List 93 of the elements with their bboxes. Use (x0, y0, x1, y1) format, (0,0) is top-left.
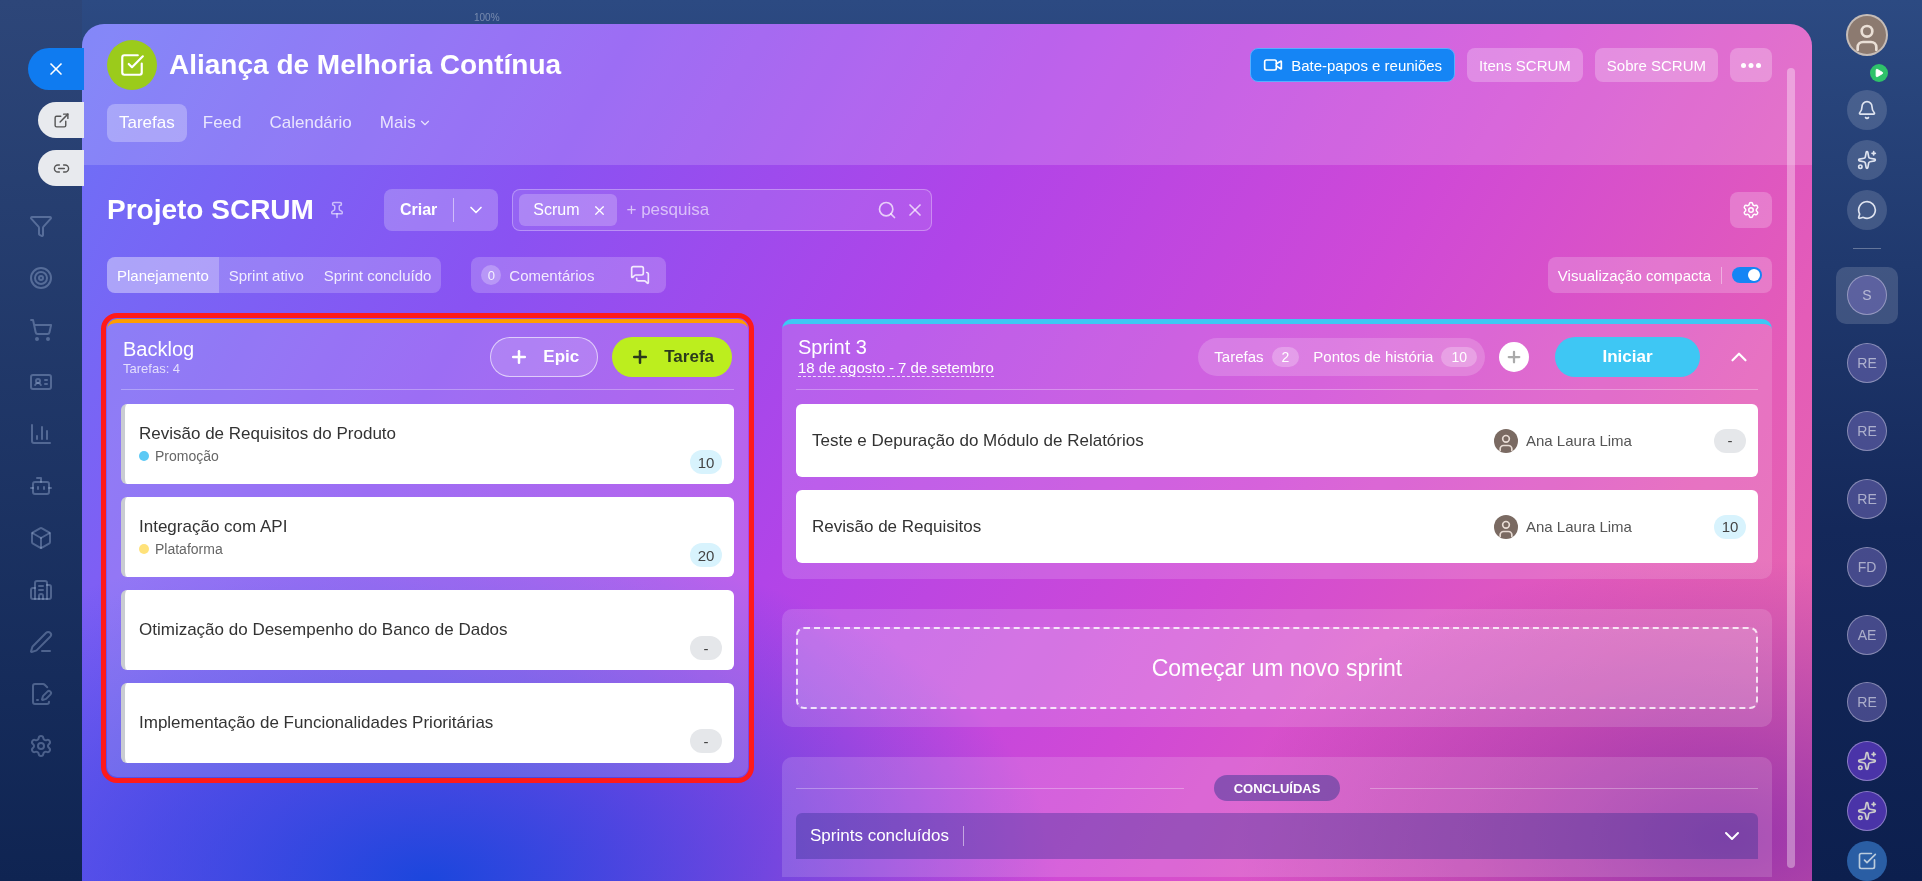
task-title: Teste e Depuração do Módulo de Relatórios (812, 430, 1145, 451)
sparkle-icon[interactable] (1847, 741, 1887, 782)
view-tab[interactable]: Sprint ativo (218, 257, 314, 293)
task-card[interactable]: Teste e Depuração do Módulo de Relatórios Ana Laura Lima - (796, 404, 1758, 477)
contact-tile[interactable]: AE (1836, 605, 1898, 664)
contact-avatar[interactable]: RE (1847, 343, 1887, 384)
start-button[interactable]: Iniciar (1555, 336, 1700, 377)
task-card[interactable]: Revisão de Requisitos Ana Laura Lima 10 (796, 490, 1758, 563)
story-points: - (690, 729, 722, 753)
stat-label: Pontos de história (1313, 348, 1434, 365)
task-card[interactable]: Implementação de Funcionalidades Prioritárias - (121, 683, 734, 763)
assignee-name: Ana Laura Lima (1526, 432, 1633, 449)
nav-tab[interactable]: Tarefas (107, 104, 187, 142)
contact-tile[interactable]: RE (1836, 470, 1898, 528)
project-logo-icon (107, 40, 157, 90)
view-tab[interactable]: Planejamento (107, 257, 219, 293)
sparkle-icon[interactable] (1847, 139, 1887, 180)
external-link-button[interactable] (38, 102, 84, 138)
sprint-title: Sprint 3 (798, 336, 868, 359)
contact-tile[interactable]: FD (1836, 537, 1898, 596)
header-action-button[interactable]: Bate-papos e reuniões (1250, 48, 1456, 82)
more-button[interactable] (1730, 48, 1772, 82)
section-label: CONCLUÍDAS (1213, 775, 1341, 801)
contact-avatar[interactable]: RE (1847, 682, 1887, 723)
epic-name: Plataforma (155, 541, 223, 557)
search-icon[interactable] (877, 200, 898, 220)
add-button[interactable]: Tarefa (612, 337, 732, 377)
task-card[interactable]: Revisão de Requisitos do Produto Promoção 10 (121, 404, 734, 484)
task-title: Revisão de Requisitos do Produto (139, 424, 398, 444)
task-card[interactable]: Integração com API Plataforma 20 (121, 497, 734, 577)
copy-link-button[interactable] (38, 150, 84, 186)
completed-sprints-bar[interactable]: Sprints concluídos (796, 813, 1758, 859)
task-title: Revisão de Requisitos (812, 516, 983, 537)
contact-avatar[interactable]: AE (1847, 614, 1887, 655)
task-title: Otimização do Desempenho do Banco de Dados (139, 620, 509, 640)
contact-avatar[interactable]: RE (1847, 411, 1887, 452)
user-avatar[interactable] (1846, 14, 1888, 56)
compact-view-label: Visualização compacta (1557, 266, 1722, 284)
new-sprint-button[interactable]: Começar um novo sprint (796, 627, 1758, 709)
task-count: Tarefas: 4 (123, 361, 182, 376)
sparkle-icon[interactable] (1847, 791, 1887, 832)
task-title: Implementação de Funcionalidades Prioritárias (139, 713, 495, 733)
search-field[interactable]: Scrum + pesquisa (512, 189, 933, 231)
task-card[interactable]: Otimização do Desempenho do Banco de Dados - (121, 590, 734, 670)
story-points: 10 (1714, 514, 1746, 539)
settings-icon (1742, 201, 1760, 219)
nav-tab[interactable]: Feed (190, 104, 254, 142)
comments-button[interactable]: 0 Comentários (471, 257, 667, 293)
settings-button[interactable] (1730, 192, 1772, 228)
contact-avatar[interactable]: S (1847, 275, 1887, 316)
contact-tile[interactable]: RE (1836, 334, 1898, 393)
create-button[interactable]: Criar (383, 198, 455, 222)
story-points: 10 (690, 450, 722, 474)
story-points: 20 (690, 543, 722, 567)
task-title: Integração com API (139, 517, 289, 537)
header-action-button[interactable]: Sobre SCRUM (1594, 48, 1718, 82)
scrollbar[interactable] (1787, 68, 1795, 868)
project-title: Aliança de Melhoria Contínua (169, 49, 563, 81)
add-button[interactable]: Epic (490, 337, 599, 377)
contact-avatar[interactable]: FD (1847, 546, 1887, 587)
zoom-level: 100% (474, 12, 500, 23)
filter-tag[interactable]: Scrum (519, 194, 617, 226)
avatar-icon (1494, 514, 1518, 539)
nav-tab[interactable]: Mais (367, 104, 444, 142)
bell-icon[interactable] (1847, 89, 1887, 130)
avatar-icon (1494, 428, 1518, 453)
contact-avatar[interactable]: RE (1847, 478, 1887, 519)
header-action-button[interactable]: Itens SCRUM (1467, 48, 1583, 82)
stat-label: Tarefas (1214, 348, 1264, 365)
sprint-dates[interactable]: 18 de agosto - 7 de setembro (798, 359, 994, 377)
contact-tile[interactable]: RE (1836, 673, 1898, 732)
close-button[interactable] (28, 48, 84, 90)
more-icon (1741, 62, 1761, 68)
chat-icon (630, 265, 651, 285)
comment-count: 0 (481, 265, 502, 285)
chat-icon[interactable] (1847, 189, 1887, 230)
toggle-switch[interactable] (1732, 267, 1762, 283)
backlog-title: Backlog (123, 338, 196, 361)
page-title: Projeto SCRUM (107, 194, 314, 226)
external-link-icon (52, 111, 70, 129)
add-button[interactable] (1499, 341, 1529, 372)
play-icon (1870, 64, 1888, 82)
nav-tab[interactable]: Calendário (257, 104, 364, 142)
contact-tile[interactable]: RE (1836, 402, 1898, 460)
story-points: - (1714, 428, 1746, 453)
epic-name: Promoção (155, 448, 219, 464)
contact-tile[interactable]: S (1836, 266, 1898, 325)
stat-value: 2 (1271, 346, 1300, 367)
checkbox-icon[interactable] (1847, 841, 1887, 881)
stat-value: 10 (1441, 346, 1477, 367)
assignee-name: Ana Laura Lima (1526, 518, 1633, 535)
story-points: - (690, 636, 722, 660)
view-tab[interactable]: Sprint concluído (313, 257, 442, 293)
